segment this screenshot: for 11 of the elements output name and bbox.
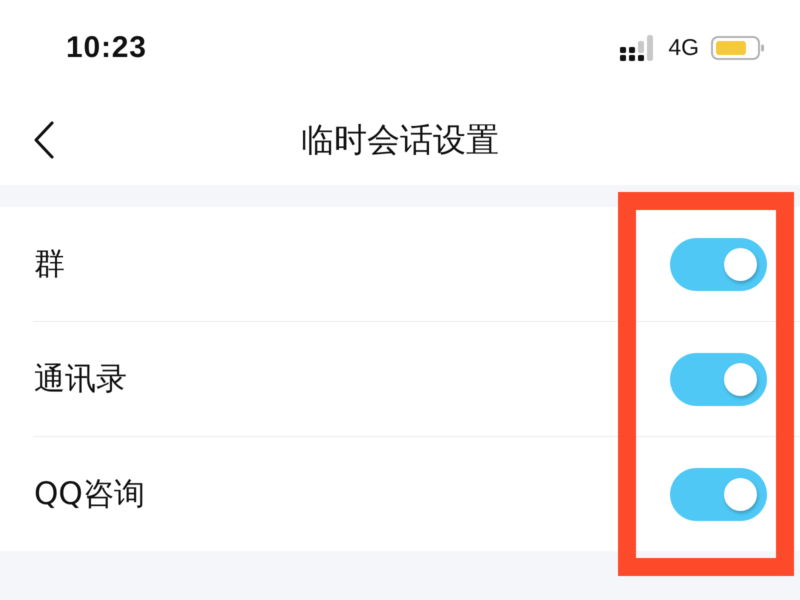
page-title: 临时会话设置: [301, 118, 499, 160]
battery-icon: [711, 36, 765, 60]
back-chevron-icon: [33, 121, 55, 159]
setting-label: 群: [34, 245, 65, 284]
network-type-label: 4G: [668, 34, 699, 61]
toggle-switch[interactable]: [670, 238, 767, 290]
toggle-switch[interactable]: [670, 352, 767, 406]
status-time: 10:23: [66, 30, 147, 64]
setting-label: 通讯录: [34, 360, 127, 399]
setting-label: QQ咨询: [34, 475, 145, 514]
toggle-switch[interactable]: [670, 468, 767, 520]
